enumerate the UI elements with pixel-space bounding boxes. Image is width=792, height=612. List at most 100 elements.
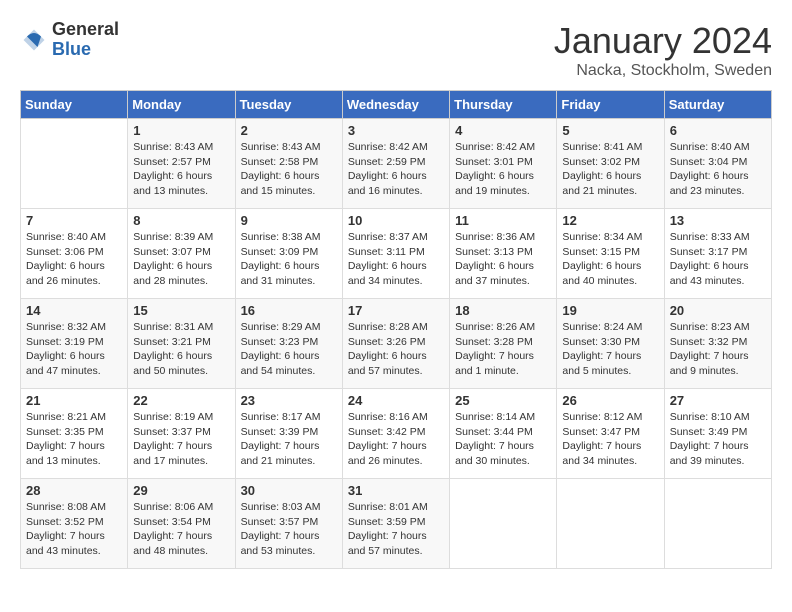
day-info: Sunrise: 8:16 AM Sunset: 3:42 PM Dayligh…	[348, 410, 444, 469]
day-number: 26	[562, 393, 658, 408]
day-number: 23	[241, 393, 337, 408]
day-info: Sunrise: 8:03 AM Sunset: 3:57 PM Dayligh…	[241, 500, 337, 559]
calendar-cell: 8 Sunrise: 8:39 AM Sunset: 3:07 PM Daylig…	[128, 209, 235, 299]
day-info: Sunrise: 8:12 AM Sunset: 3:47 PM Dayligh…	[562, 410, 658, 469]
calendar-cell: 9 Sunrise: 8:38 AM Sunset: 3:09 PM Daylig…	[235, 209, 342, 299]
logo: General Blue	[20, 20, 119, 60]
day-number: 21	[26, 393, 122, 408]
week-row-1: 1Sunrise: 8:43 AM Sunset: 2:57 PM Daylig…	[21, 119, 772, 209]
header-day-sunday: Sunday	[21, 91, 128, 119]
day-number: 18	[455, 303, 551, 318]
day-number: 25	[455, 393, 551, 408]
day-number: 10	[348, 213, 444, 228]
calendar-cell: 6 Sunrise: 8:40 AM Sunset: 3:04 PM Daylig…	[664, 119, 771, 209]
day-info: Sunrise: 8:10 AM Sunset: 3:49 PM Dayligh…	[670, 410, 766, 469]
page-header: General Blue January 2024 Nacka, Stockho…	[20, 20, 772, 80]
calendar-cell: 23 Sunrise: 8:17 AM Sunset: 3:39 PM Dayli…	[235, 389, 342, 479]
day-info: Sunrise: 8:36 AM Sunset: 3:13 PM Dayligh…	[455, 230, 551, 289]
day-info: Sunrise: 8:40 AM Sunset: 3:06 PM Dayligh…	[26, 230, 122, 289]
day-info: Sunrise: 8:43 AM Sunset: 2:58 PM Dayligh…	[241, 140, 337, 199]
day-info: Sunrise: 8:42 AM Sunset: 2:59 PM Dayligh…	[348, 140, 444, 199]
day-number: 16	[241, 303, 337, 318]
logo-icon	[20, 26, 48, 54]
calendar-cell: 4Sunrise: 8:42 AM Sunset: 3:01 PM Daylig…	[450, 119, 557, 209]
day-info: Sunrise: 8:34 AM Sunset: 3:15 PM Dayligh…	[562, 230, 658, 289]
location-title: Nacka, Stockholm, Sweden	[554, 62, 772, 80]
day-info: Sunrise: 8:26 AM Sunset: 3:28 PM Dayligh…	[455, 320, 551, 379]
calendar-cell: 1Sunrise: 8:43 AM Sunset: 2:57 PM Daylig…	[128, 119, 235, 209]
calendar-cell: 28 Sunrise: 8:08 AM Sunset: 3:52 PM Dayli…	[21, 479, 128, 569]
week-row-3: 14Sunrise: 8:32 AM Sunset: 3:19 PM Dayli…	[21, 299, 772, 389]
day-info: Sunrise: 8:17 AM Sunset: 3:39 PM Dayligh…	[241, 410, 337, 469]
day-number: 28	[26, 483, 122, 498]
month-title: January 2024	[554, 20, 772, 62]
calendar-cell: 19Sunrise: 8:24 AM Sunset: 3:30 PM Dayli…	[557, 299, 664, 389]
day-info: Sunrise: 8:01 AM Sunset: 3:59 PM Dayligh…	[348, 500, 444, 559]
calendar-cell: 12Sunrise: 8:34 AM Sunset: 3:15 PM Dayli…	[557, 209, 664, 299]
logo-text: General Blue	[52, 20, 119, 60]
calendar-cell: 7 Sunrise: 8:40 AM Sunset: 3:06 PM Daylig…	[21, 209, 128, 299]
day-info: Sunrise: 8:37 AM Sunset: 3:11 PM Dayligh…	[348, 230, 444, 289]
calendar-cell: 21 Sunrise: 8:21 AM Sunset: 3:35 PM Dayli…	[21, 389, 128, 479]
day-number: 29	[133, 483, 229, 498]
week-row-2: 7 Sunrise: 8:40 AM Sunset: 3:06 PM Daylig…	[21, 209, 772, 299]
calendar-cell	[664, 479, 771, 569]
day-number: 20	[670, 303, 766, 318]
week-row-5: 28 Sunrise: 8:08 AM Sunset: 3:52 PM Dayli…	[21, 479, 772, 569]
day-info: Sunrise: 8:14 AM Sunset: 3:44 PM Dayligh…	[455, 410, 551, 469]
logo-general-text: General	[52, 20, 119, 40]
day-number: 11	[455, 213, 551, 228]
day-number: 15	[133, 303, 229, 318]
calendar-cell: 22 Sunrise: 8:19 AM Sunset: 3:37 PM Dayli…	[128, 389, 235, 479]
day-number: 17	[348, 303, 444, 318]
calendar-cell: 25 Sunrise: 8:14 AM Sunset: 3:44 PM Dayli…	[450, 389, 557, 479]
day-number: 6	[670, 123, 766, 138]
day-info: Sunrise: 8:33 AM Sunset: 3:17 PM Dayligh…	[670, 230, 766, 289]
calendar-cell: 5Sunrise: 8:41 AM Sunset: 3:02 PM Daylig…	[557, 119, 664, 209]
calendar-cell: 14Sunrise: 8:32 AM Sunset: 3:19 PM Dayli…	[21, 299, 128, 389]
calendar-cell: 26 Sunrise: 8:12 AM Sunset: 3:47 PM Dayli…	[557, 389, 664, 479]
calendar-cell: 31 Sunrise: 8:01 AM Sunset: 3:59 PM Dayli…	[342, 479, 449, 569]
day-info: Sunrise: 8:29 AM Sunset: 3:23 PM Dayligh…	[241, 320, 337, 379]
title-block: January 2024 Nacka, Stockholm, Sweden	[554, 20, 772, 80]
calendar-cell: 30 Sunrise: 8:03 AM Sunset: 3:57 PM Dayli…	[235, 479, 342, 569]
day-info: Sunrise: 8:08 AM Sunset: 3:52 PM Dayligh…	[26, 500, 122, 559]
day-number: 9	[241, 213, 337, 228]
day-info: Sunrise: 8:28 AM Sunset: 3:26 PM Dayligh…	[348, 320, 444, 379]
header-day-wednesday: Wednesday	[342, 91, 449, 119]
header-day-monday: Monday	[128, 91, 235, 119]
week-row-4: 21 Sunrise: 8:21 AM Sunset: 3:35 PM Dayli…	[21, 389, 772, 479]
day-info: Sunrise: 8:19 AM Sunset: 3:37 PM Dayligh…	[133, 410, 229, 469]
calendar-cell: 13 Sunrise: 8:33 AM Sunset: 3:17 PM Dayli…	[664, 209, 771, 299]
logo-blue-text: Blue	[52, 40, 119, 60]
calendar-cell: 18 Sunrise: 8:26 AM Sunset: 3:28 PM Dayli…	[450, 299, 557, 389]
calendar-cell	[21, 119, 128, 209]
calendar-cell: 29Sunrise: 8:06 AM Sunset: 3:54 PM Dayli…	[128, 479, 235, 569]
calendar-cell: 10 Sunrise: 8:37 AM Sunset: 3:11 PM Dayli…	[342, 209, 449, 299]
day-number: 5	[562, 123, 658, 138]
day-info: Sunrise: 8:40 AM Sunset: 3:04 PM Dayligh…	[670, 140, 766, 199]
day-number: 22	[133, 393, 229, 408]
day-number: 31	[348, 483, 444, 498]
header-day-thursday: Thursday	[450, 91, 557, 119]
day-number: 24	[348, 393, 444, 408]
day-info: Sunrise: 8:21 AM Sunset: 3:35 PM Dayligh…	[26, 410, 122, 469]
day-number: 30	[241, 483, 337, 498]
day-info: Sunrise: 8:43 AM Sunset: 2:57 PM Dayligh…	[133, 140, 229, 199]
header-row: SundayMondayTuesdayWednesdayThursdayFrid…	[21, 91, 772, 119]
calendar-cell: 2 Sunrise: 8:43 AM Sunset: 2:58 PM Daylig…	[235, 119, 342, 209]
day-info: Sunrise: 8:31 AM Sunset: 3:21 PM Dayligh…	[133, 320, 229, 379]
calendar-cell: 27Sunrise: 8:10 AM Sunset: 3:49 PM Dayli…	[664, 389, 771, 479]
header-day-tuesday: Tuesday	[235, 91, 342, 119]
day-number: 8	[133, 213, 229, 228]
day-number: 2	[241, 123, 337, 138]
day-info: Sunrise: 8:39 AM Sunset: 3:07 PM Dayligh…	[133, 230, 229, 289]
day-info: Sunrise: 8:38 AM Sunset: 3:09 PM Dayligh…	[241, 230, 337, 289]
calendar-cell	[557, 479, 664, 569]
calendar-cell: 17 Sunrise: 8:28 AM Sunset: 3:26 PM Dayli…	[342, 299, 449, 389]
day-number: 7	[26, 213, 122, 228]
day-info: Sunrise: 8:23 AM Sunset: 3:32 PM Dayligh…	[670, 320, 766, 379]
calendar-cell: 15 Sunrise: 8:31 AM Sunset: 3:21 PM Dayli…	[128, 299, 235, 389]
day-number: 13	[670, 213, 766, 228]
calendar-header: SundayMondayTuesdayWednesdayThursdayFrid…	[21, 91, 772, 119]
